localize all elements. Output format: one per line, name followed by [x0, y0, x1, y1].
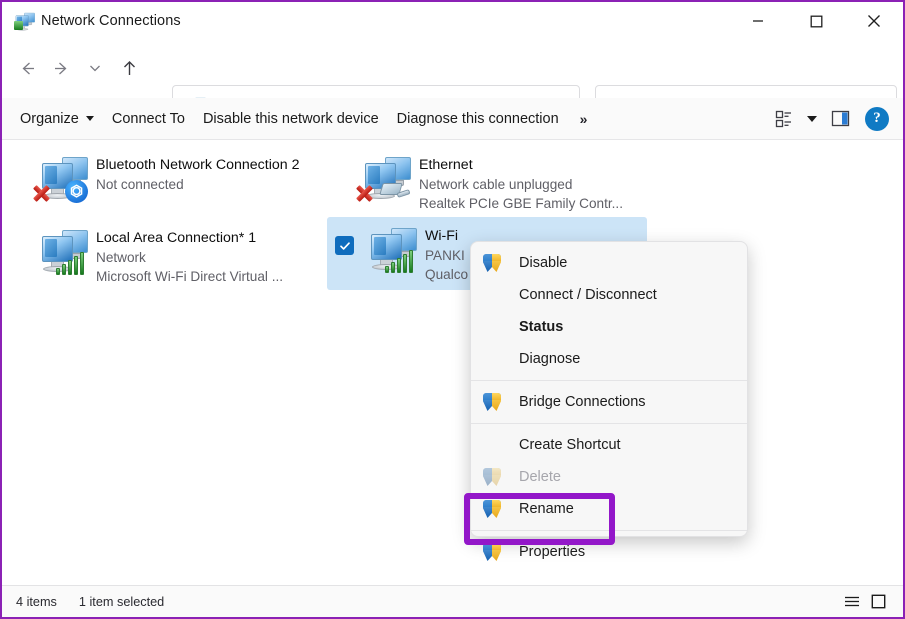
up-arrow-icon[interactable]	[112, 51, 146, 85]
signal-bars-icon	[56, 251, 86, 275]
menu-item-delete: Delete	[471, 461, 747, 493]
minimize-icon[interactable]	[729, 2, 787, 40]
recent-locations-chevron-down-icon[interactable]	[78, 51, 112, 85]
disable-network-device-button[interactable]: Disable this network device	[194, 104, 388, 134]
diagnose-connection-button[interactable]: Diagnose this connection	[388, 104, 568, 134]
large-icons-view-icon[interactable]	[865, 591, 891, 613]
error-x-icon	[30, 182, 52, 204]
network-connections-window: Network Connections	[0, 0, 905, 619]
window-title: Network Connections	[41, 13, 181, 29]
shield-placeholder	[483, 436, 501, 454]
forward-arrow-icon[interactable]	[44, 51, 78, 85]
view-layout-icon[interactable]	[767, 104, 801, 134]
menu-item-label: Status	[519, 319, 563, 335]
details-view-icon[interactable]	[839, 591, 865, 613]
menu-item-properties[interactable]: Properties	[471, 536, 747, 568]
menu-separator-3	[471, 530, 747, 531]
list-item-text: Ethernet Network cable unplugged Realtek…	[419, 152, 623, 213]
menu-item-diagnose[interactable]: Diagnose	[471, 343, 747, 375]
navigation-bar: « All C... › Network Connecti... ›	[2, 40, 903, 96]
command-bar-right-group: ?	[767, 104, 903, 134]
shield-placeholder	[483, 318, 501, 336]
close-icon[interactable]	[845, 2, 903, 40]
network-adapter-icon	[30, 225, 90, 277]
menu-item-label: Delete	[519, 469, 561, 485]
connect-to-button[interactable]: Connect To	[103, 104, 194, 134]
context-menu: Disable Connect / Disconnect Status Diag…	[470, 241, 748, 537]
organize-button[interactable]: Organize	[11, 104, 103, 134]
menu-separator-2	[471, 423, 747, 424]
menu-item-disable[interactable]: Disable	[471, 247, 747, 279]
item-count-label: 4 items	[16, 595, 57, 609]
connection-name: Ethernet	[419, 156, 623, 175]
menu-item-label: Create Shortcut	[519, 437, 621, 453]
uac-shield-icon	[483, 254, 501, 272]
uac-shield-icon	[483, 543, 501, 561]
view-toggle-group	[839, 591, 891, 613]
connection-status: Network	[96, 248, 283, 267]
menu-item-create-shortcut[interactable]: Create Shortcut	[471, 429, 747, 461]
list-item-text: Bluetooth Network Connection 2 Not conne…	[96, 152, 299, 194]
menu-item-rename[interactable]: Rename	[471, 493, 747, 525]
connection-status: Network cable unplugged	[419, 175, 623, 194]
ethernet-plug-icon	[375, 180, 409, 202]
list-item-bluetooth-network-connection-2[interactable]: ⏣ Bluetooth Network Connection 2 Not con…	[24, 146, 324, 210]
menu-item-label: Rename	[519, 501, 574, 517]
menu-item-label: Diagnose	[519, 351, 580, 367]
shield-placeholder	[483, 350, 501, 368]
view-options-caret-down-icon[interactable]	[801, 104, 823, 134]
command-bar: Organize Connect To Disable this network…	[2, 98, 903, 140]
toolbar-overflow-button[interactable]: »	[568, 111, 600, 127]
selection-checkbox[interactable]	[335, 236, 354, 255]
menu-item-label: Properties	[519, 544, 585, 560]
window-controls	[729, 2, 903, 40]
status-bar: 4 items 1 item selected	[2, 585, 903, 617]
menu-item-connect-disconnect[interactable]: Connect / Disconnect	[471, 279, 747, 311]
shield-placeholder	[483, 286, 501, 304]
organize-caret-down-icon	[86, 116, 94, 121]
connection-device: Realtek PCIe GBE Family Contr...	[419, 194, 623, 213]
menu-item-status[interactable]: Status	[471, 311, 747, 343]
back-arrow-icon[interactable]	[10, 51, 44, 85]
list-item-text: Local Area Connection* 1 Network Microso…	[96, 225, 283, 286]
menu-item-label: Disable	[519, 255, 567, 271]
bluetooth-icon: ⏣	[65, 180, 88, 203]
list-item-local-area-connection-1[interactable]: Local Area Connection* 1 Network Microso…	[24, 219, 324, 292]
help-button[interactable]: ?	[865, 107, 889, 131]
signal-bars-icon	[385, 249, 415, 273]
connection-device: Microsoft Wi-Fi Direct Virtual ...	[96, 267, 283, 286]
uac-shield-icon	[483, 468, 501, 486]
menu-item-label: Bridge Connections	[519, 394, 646, 410]
connection-name: Wi-Fi	[425, 227, 468, 246]
uac-shield-icon	[483, 500, 501, 518]
connection-status: Not connected	[96, 175, 299, 194]
preview-pane-icon[interactable]	[823, 104, 857, 134]
connection-name: Local Area Connection* 1	[96, 229, 283, 248]
connections-list: ⏣ Bluetooth Network Connection 2 Not con…	[2, 141, 903, 585]
title-bar: Network Connections	[2, 2, 903, 40]
error-x-icon	[353, 182, 375, 204]
organize-label: Organize	[20, 111, 79, 127]
selection-count-label: 1 item selected	[79, 595, 164, 609]
list-item-ethernet[interactable]: Ethernet Network cable unplugged Realtek…	[347, 146, 647, 219]
network-adapter-icon	[353, 152, 413, 204]
network-adapter-icon: ⏣	[30, 152, 90, 204]
network-adapter-icon	[359, 223, 419, 275]
uac-shield-icon	[483, 393, 501, 411]
connection-status: PANKI	[425, 246, 468, 265]
list-item-text: Wi-Fi PANKI Qualco	[425, 223, 468, 284]
menu-item-bridge-connections[interactable]: Bridge Connections	[471, 386, 747, 418]
menu-item-label: Connect / Disconnect	[519, 287, 657, 303]
connection-device: Qualco	[425, 265, 468, 284]
maximize-icon[interactable]	[787, 2, 845, 40]
network-connections-icon	[14, 12, 32, 30]
connection-name: Bluetooth Network Connection 2	[96, 156, 299, 175]
menu-separator-1	[471, 380, 747, 381]
